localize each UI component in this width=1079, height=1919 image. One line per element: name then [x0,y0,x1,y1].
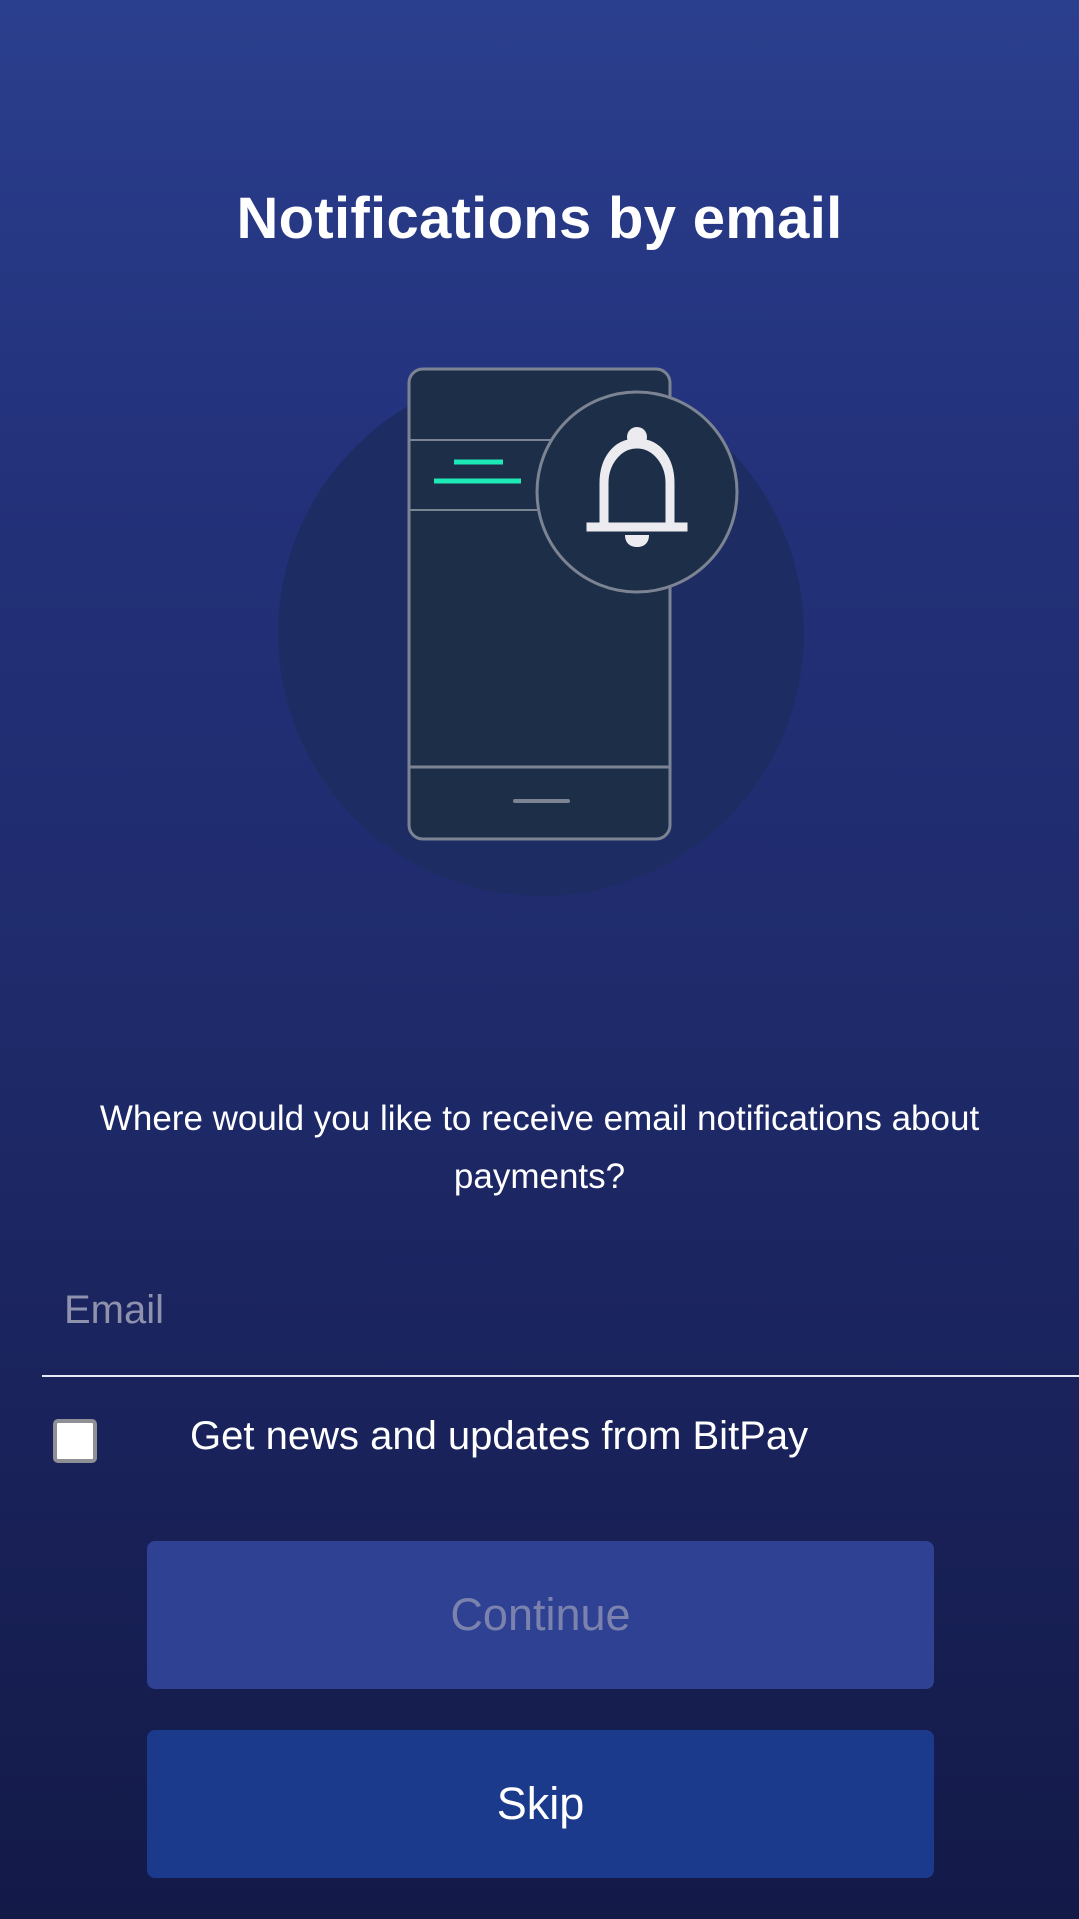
news-updates-label: Get news and updates from BitPay [190,1414,809,1458]
phone-bell-illustration [278,367,804,896]
email-notifications-screen: Notifications by email Where would you l… [0,0,1079,1919]
continue-button[interactable]: Continue [147,1541,934,1689]
skip-button[interactable]: Skip [147,1730,934,1878]
bell-icon [535,390,739,594]
email-input[interactable] [42,1265,1079,1355]
email-question-text: Where would you like to receive email no… [99,1099,980,1196]
email-field-container[interactable] [42,1265,1079,1377]
news-updates-checkbox[interactable] [53,1419,97,1463]
news-updates-option[interactable]: Get news and updates from BitPay [50,1410,1050,1470]
page-title: Notifications by email [236,186,843,251]
